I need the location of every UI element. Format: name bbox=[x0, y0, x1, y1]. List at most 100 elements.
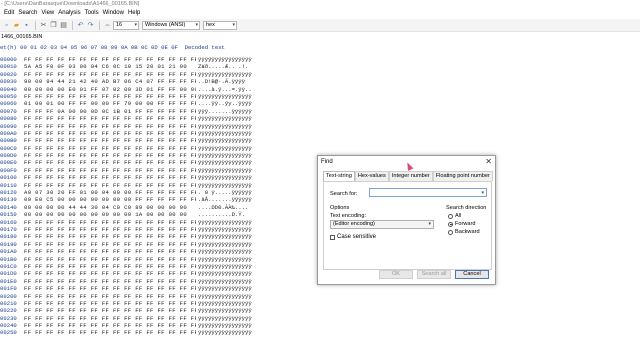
search-input[interactable]: ▾ bbox=[369, 188, 487, 197]
decoded-row[interactable]: ÿÿÿÿÿÿÿÿÿÿÿÿÿÿÿÿ bbox=[198, 248, 268, 255]
open-folder-icon[interactable]: ▰ bbox=[12, 21, 21, 30]
hex-row[interactable]: 00 00 00 00 00 00 00 00 00 00 1A 00 00 0… bbox=[24, 211, 196, 218]
decoded-row[interactable]: ÿÿÿÿÿÿÿÿÿÿÿÿÿÿÿÿ bbox=[198, 263, 268, 270]
copy-icon[interactable]: ❐ bbox=[49, 21, 58, 30]
bytes-per-row-combo[interactable]: 16 ▾ bbox=[113, 20, 139, 30]
decoded-row[interactable]: ÿÿÿÿÿÿÿÿÿÿÿÿÿÿÿÿ bbox=[198, 322, 268, 329]
close-icon[interactable]: ✕ bbox=[485, 157, 492, 166]
decoded-row[interactable]: ÿÿÿÿÿÿÿÿÿÿÿÿÿÿÿÿ bbox=[198, 270, 268, 277]
hex-row[interactable]: FF FF FF FF FF FF FF FF FF FF FF FF FF F… bbox=[24, 137, 196, 144]
tab-floating-point-number[interactable]: Floating point number bbox=[432, 171, 493, 181]
tab-integer-number[interactable]: Integer number bbox=[388, 171, 433, 181]
hex-row[interactable]: FF FF FF FF FF FF FF FF FF FF FF FF FF F… bbox=[24, 315, 196, 322]
menu-analysis[interactable]: Analysis bbox=[58, 8, 80, 19]
hex-row[interactable]: FF FF FF FF FF FF FF FF FF FF FF FF FF F… bbox=[24, 300, 196, 307]
chevron-down-icon[interactable]: ▾ bbox=[481, 189, 484, 197]
hex-row[interactable]: FF FF FF FF FF FF FF FF FF FF FF FF FF F… bbox=[24, 145, 196, 152]
decoded-row[interactable]: ÿÿÿÿÿÿÿÿÿÿÿÿÿÿÿÿ bbox=[198, 174, 268, 181]
decoded-row[interactable]: ÿÿÿÿÿÿÿÿÿÿÿÿÿÿÿÿ bbox=[198, 123, 268, 130]
decoded-row[interactable]: ....ÿÿ..ÿy..ÿÿÿÿ bbox=[198, 100, 268, 107]
cut-icon[interactable]: ✂ bbox=[39, 21, 48, 30]
hex-row[interactable]: 00 00 00 00 E0 01 FF 07 02 00 3D 01 FF F… bbox=[24, 86, 196, 93]
decoded-row[interactable]: ÿÿÿÿÿÿÿÿÿÿÿÿÿÿÿÿ bbox=[198, 159, 268, 166]
case-sensitive-option[interactable]: Case sensitive bbox=[330, 234, 376, 240]
decoded-row[interactable]: ÿÿÿÿÿÿÿÿÿÿÿÿÿÿÿÿ bbox=[198, 71, 268, 78]
hex-row[interactable]: FF FF FF FF FF FF FF FF FF FF FF FF FF F… bbox=[24, 56, 196, 63]
decoded-row[interactable]: ....à.ÿ...=.ÿÿ.. bbox=[198, 86, 268, 93]
decoded-row[interactable]: Z¥ð.....Æ.. .!. bbox=[198, 63, 268, 70]
decoded-row[interactable]: ÿÿÿÿÿÿÿÿÿÿÿÿÿÿÿÿ bbox=[198, 130, 268, 137]
decoded-row[interactable]: ÿÿÿÿÿÿÿÿÿÿÿÿÿÿÿÿ bbox=[198, 241, 268, 248]
hex-row[interactable]: FF FF FF FF FF FF FF FF FF FF FF FF FF F… bbox=[24, 270, 196, 277]
hex-row[interactable]: FF FF FF FF FF FF FF FF FF FF FF FF FF F… bbox=[24, 71, 196, 78]
decoded-row[interactable]: ÿÿÿÿÿÿÿÿÿÿÿÿÿÿÿÿ bbox=[198, 56, 268, 63]
hex-row[interactable]: FF FF FF FF FF FF FF FF FF FF FF FF FF F… bbox=[24, 226, 196, 233]
search-all-button[interactable]: Search all bbox=[417, 270, 451, 279]
menu-tools[interactable]: Tools bbox=[85, 8, 99, 19]
paste-icon[interactable]: ▤ bbox=[59, 21, 68, 30]
tab-hex-values[interactable]: Hex-values bbox=[354, 171, 389, 181]
new-file-icon[interactable]: ▫ bbox=[2, 21, 11, 30]
decoded-row[interactable]: ÿÿÿÿÿÿÿÿÿÿÿÿÿÿÿÿ bbox=[198, 219, 268, 226]
case-sensitive-checkbox[interactable] bbox=[330, 234, 335, 240]
direction-backward-option[interactable]: Backward bbox=[448, 229, 480, 235]
hex-row[interactable]: FF FF FF FF FF FF FF FF FF FF FF FF FF F… bbox=[24, 93, 196, 100]
undo-icon[interactable]: ↶ bbox=[76, 21, 85, 30]
direction-forward-radio[interactable] bbox=[448, 221, 453, 227]
hex-row[interactable]: FF FF FF FF FF FF FF FF FF FF FF FF FF F… bbox=[24, 278, 196, 285]
direction-all-radio[interactable] bbox=[448, 213, 453, 219]
cancel-button[interactable]: Cancel bbox=[455, 270, 489, 279]
decoded-row[interactable]: ..D!B@­·.Ä.ÿÿÿÿ bbox=[198, 78, 268, 85]
decoded-row[interactable]: ÿÿÿÿÿÿÿÿÿÿÿÿÿÿÿÿ bbox=[198, 115, 268, 122]
menu-window[interactable]: Window bbox=[103, 8, 124, 19]
hex-row[interactable]: 01 00 01 00 FF FF 00 00 FF 79 00 00 FF F… bbox=[24, 100, 196, 107]
direction-backward-radio[interactable] bbox=[448, 229, 453, 235]
hex-row[interactable]: FF FF FF FF FF FF FF FF FF FF FF FF FF F… bbox=[24, 329, 196, 336]
decoded-row[interactable]: ÿÿÿÿÿÿÿÿÿÿÿÿÿÿÿÿ bbox=[198, 137, 268, 144]
direction-forward-option[interactable]: Forward bbox=[448, 221, 476, 227]
hex-row[interactable]: FF FF FF FF FF FF FF FF FF FF FF FF FF F… bbox=[24, 174, 196, 181]
decoded-row[interactable]: ....DD0.ÀÀ‰.... bbox=[198, 204, 268, 211]
hex-row[interactable]: FF FF FF FF FF FF FF FF FF FF FF FF FF F… bbox=[24, 182, 196, 189]
decoded-text-column[interactable]: ÿÿÿÿÿÿÿÿÿÿÿÿÿÿÿÿ Z¥ð.....Æ.. .!. ÿÿÿÿÿÿÿÿÿ… bbox=[198, 56, 268, 337]
menu-view[interactable]: View bbox=[41, 8, 54, 19]
decoded-row[interactable]: ÿÿÿÿÿÿÿÿÿÿÿÿÿÿÿÿ bbox=[198, 329, 268, 336]
menu-search[interactable]: Search bbox=[18, 8, 37, 19]
decoded-row[interactable]: ÿÿÿÿÿÿÿÿÿÿÿÿÿÿÿÿ bbox=[198, 300, 268, 307]
display-mode-combo[interactable]: hex ▾ bbox=[203, 20, 237, 30]
hex-row[interactable]: FF FF FF FF FF FF FF FF FF FF FF FF FF F… bbox=[24, 263, 196, 270]
decoded-row[interactable]: ÿÿÿÿÿÿÿÿÿÿÿÿÿÿÿÿ bbox=[198, 315, 268, 322]
hex-row[interactable]: 00 00 00 00 44 44 30 04 C0 C0 89 00 00 0… bbox=[24, 204, 196, 211]
hex-row[interactable]: FF FF FF FF FF FF FF FF FF FF FF FF FF F… bbox=[24, 256, 196, 263]
hex-row[interactable]: FF FF FF FF FF FF FF FF FF FF FF FF FF F… bbox=[24, 130, 196, 137]
decoded-row[interactable]: ÿÿÿÿÿÿÿÿÿÿÿÿÿÿÿÿ bbox=[198, 226, 268, 233]
save-icon[interactable]: ▪ bbox=[22, 21, 31, 30]
hex-row[interactable]: FF FF FF FF FF FF FF FF FF FF FF FF FF F… bbox=[24, 123, 196, 130]
decoded-row[interactable]: ÿÿÿÿÿÿÿÿÿÿÿÿÿÿÿÿ bbox=[198, 93, 268, 100]
menu-help[interactable]: Help bbox=[128, 8, 140, 19]
hex-row[interactable]: 5A A5 F0 0F 03 00 04 C6 0C 10 15 20 01 2… bbox=[24, 63, 196, 70]
decoded-row[interactable]: ÿÿÿÿÿÿÿÿÿÿÿÿÿÿÿÿ bbox=[198, 307, 268, 314]
decoded-row[interactable]: . 0 ÿ.....ÿÿÿÿÿÿ bbox=[198, 189, 268, 196]
encoding-combo[interactable]: Windows (ANSI) ▾ bbox=[142, 20, 200, 30]
redo-icon[interactable]: ↷ bbox=[86, 21, 95, 30]
hex-row[interactable]: FF FF FF FF FF FF FF FF FF FF FF FF FF F… bbox=[24, 115, 196, 122]
hex-row[interactable]: A0 07 30 20 FF 01 00 04 00 00 FF FF FF F… bbox=[24, 189, 196, 196]
hex-row[interactable]: FF FF FF FF FF FF FF FF FF FF FF FF FF F… bbox=[24, 219, 196, 226]
hex-row[interactable]: FF FF FF FF FF FF FF FF FF FF FF FF FF F… bbox=[24, 248, 196, 255]
decoded-row[interactable]: ÿÿÿÿÿÿÿÿÿÿÿÿÿÿÿÿ bbox=[198, 278, 268, 285]
hex-row[interactable]: 90 00 94 44 21 42 40 AD B7 06 C4 07 FF F… bbox=[24, 78, 196, 85]
decoded-row[interactable]: ÿÿÿÿÿÿÿÿÿÿÿÿÿÿÿÿ bbox=[198, 182, 268, 189]
menu-edit[interactable]: Edit bbox=[4, 8, 14, 19]
hex-row[interactable]: FF FF FF FF FF FF FF FF FF FF FF FF FF F… bbox=[24, 152, 196, 159]
decoded-row[interactable]: ÿÿÿÿÿÿÿÿÿÿÿÿÿÿÿÿ bbox=[198, 256, 268, 263]
hex-row[interactable]: FF FF FF FF FF FF FF FF FF FF FF FF FF F… bbox=[24, 307, 196, 314]
hex-row[interactable]: FF FF FF FF FF FF FF FF FF FF FF FF FF F… bbox=[24, 167, 196, 174]
hex-row[interactable]: FF FF FF 0A 00 00 0D 0C 1B 01 FF FF FF F… bbox=[24, 108, 196, 115]
decoded-row[interactable]: ÿÿÿ.......ÿÿÿÿÿÿ bbox=[198, 108, 268, 115]
decoded-row[interactable]: ÿÿÿÿÿÿÿÿÿÿÿÿÿÿÿÿ bbox=[198, 293, 268, 300]
hex-row[interactable]: FF FF FF FF FF FF FF FF FF FF FF FF FF F… bbox=[24, 233, 196, 240]
hex-row[interactable]: 00 E0 C5 00 00 00 00 00 00 00 FF FF FF F… bbox=[24, 196, 196, 203]
tab-text-string[interactable]: Text-string bbox=[323, 171, 355, 181]
decoded-row[interactable]: ..........D.Ÿ. bbox=[198, 211, 268, 218]
